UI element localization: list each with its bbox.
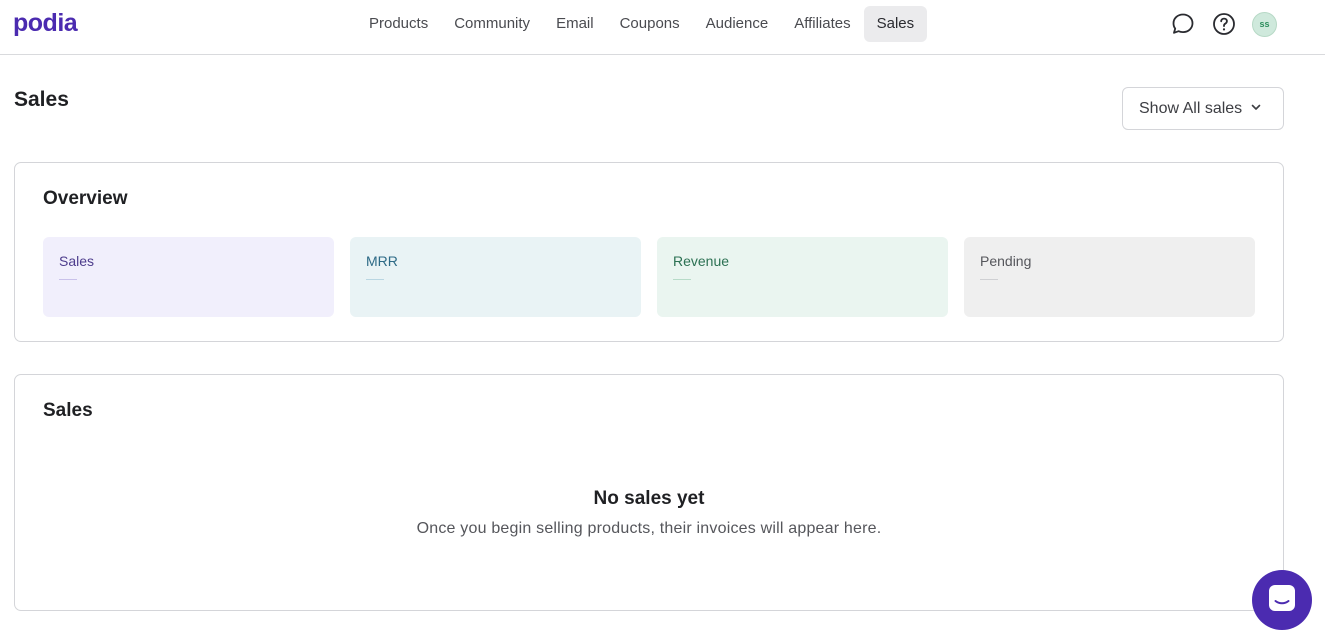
nav-item-sales[interactable]: Sales [863, 6, 928, 42]
help-icon[interactable] [1211, 11, 1237, 37]
stat-tile-revenue: Revenue [657, 237, 948, 317]
chat-bubble-icon[interactable] [1170, 11, 1196, 37]
nav-item-affiliates[interactable]: Affiliates [781, 6, 863, 42]
nav-item-products[interactable]: Products [356, 6, 441, 42]
nav-item-email[interactable]: Email [543, 6, 607, 42]
stat-empty-value [366, 279, 384, 280]
empty-state: No sales yet Once you begin selling prod… [15, 488, 1283, 538]
stat-empty-value [980, 279, 998, 280]
nav-item-community[interactable]: Community [441, 6, 543, 42]
nav-item-audience[interactable]: Audience [693, 6, 782, 42]
empty-state-title: No sales yet [593, 488, 705, 509]
empty-state-description: Once you begin selling products, their i… [416, 520, 882, 537]
sales-list-card: Sales No sales yet Once you begin sellin… [14, 374, 1284, 611]
podia-logo[interactable]: podia [13, 8, 78, 38]
user-avatar[interactable]: ss [1252, 11, 1277, 37]
page-title: Sales [14, 88, 69, 111]
sales-section-title: Sales [43, 400, 93, 421]
stat-label: Sales [59, 253, 95, 269]
header-actions: ss [1170, 11, 1277, 37]
stat-empty-value [673, 279, 691, 280]
nav-item-coupons[interactable]: Coupons [607, 6, 693, 42]
stat-label: Pending [980, 253, 1032, 269]
overview-title: Overview [43, 188, 128, 209]
stat-tile-sales: Sales [43, 237, 334, 317]
stat-empty-value [59, 279, 77, 280]
chat-launcher-icon [1267, 583, 1297, 618]
overview-stats: Sales MRR Revenue Pending [43, 237, 1255, 317]
overview-card: Overview Sales MRR Revenue Pending [14, 162, 1284, 342]
stat-tile-pending: Pending [964, 237, 1255, 317]
sales-filter-label: Show All sales [1139, 99, 1243, 117]
main-nav: Products Community Email Coupons Audienc… [356, 6, 928, 42]
support-chat-launcher[interactable] [1252, 570, 1312, 630]
chevron-down-icon [1250, 100, 1262, 118]
top-navigation-bar: podia Products Community Email Coupons A… [0, 0, 1325, 55]
stat-tile-mrr: MRR [350, 237, 641, 317]
sales-filter-dropdown[interactable]: Show All sales [1122, 87, 1284, 130]
stat-label: MRR [366, 253, 398, 269]
stat-label: Revenue [673, 253, 730, 269]
